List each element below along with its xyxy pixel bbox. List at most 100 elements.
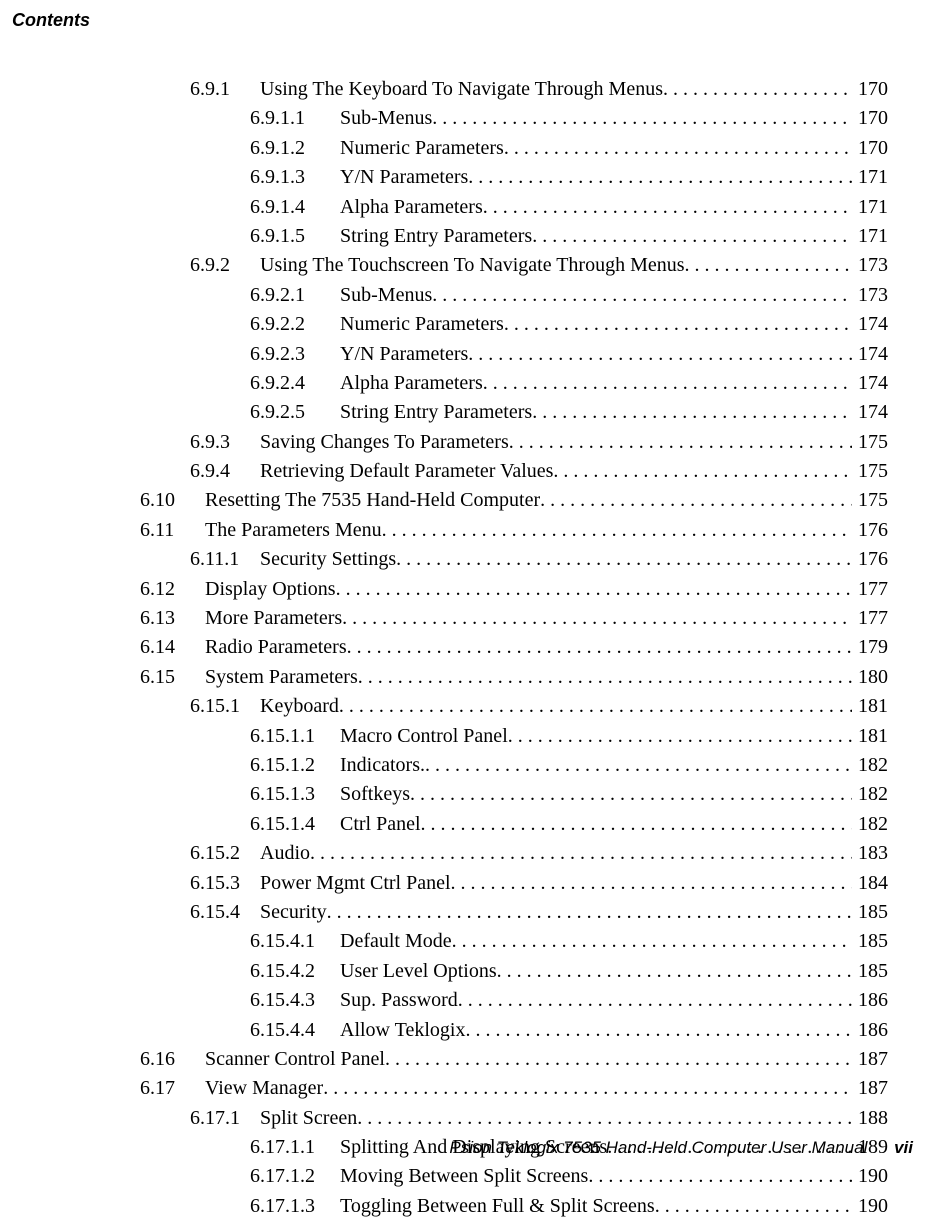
toc-entry-title: Retrieving Default Parameter Values [260, 457, 553, 486]
toc-entry-title: Sub-Menus [340, 104, 432, 133]
toc-entry-page: 190 [852, 1192, 888, 1221]
toc-entry-number: 6.9.3 [190, 428, 260, 457]
toc-leader [396, 545, 852, 565]
toc-entry-page: 185 [852, 957, 888, 986]
toc-entry-title: Ctrl Panel [340, 810, 421, 839]
page: Contents 6.9.1Using The Keyboard To Navi… [0, 0, 948, 1176]
toc-entry: 6.17.1.2Moving Between Split Screens190 [60, 1162, 888, 1191]
toc-entry-number: 6.9.2.5 [250, 398, 340, 427]
toc-leader [504, 310, 852, 330]
toc-entry-title: Indicators. [340, 751, 425, 780]
toc-entry-number: 6.17.1.1 [250, 1133, 340, 1162]
toc-entry-page: 175 [852, 457, 888, 486]
toc-entry-number: 6.14 [140, 633, 205, 662]
toc-entry: 6.17.1.3Toggling Between Full & Split Sc… [60, 1192, 888, 1221]
toc-entry-number: 6.15 [140, 663, 205, 692]
toc-entry-title: Alpha Parameters [340, 369, 483, 398]
toc-entry-title: Using The Keyboard To Navigate Through M… [260, 75, 663, 104]
toc-leader [468, 163, 852, 183]
toc-entry-title: Sup. Password [340, 986, 458, 1015]
toc-entry: 6.15.1.2Indicators.182 [60, 751, 888, 780]
page-header: Contents [12, 10, 90, 31]
toc-entry-number: 6.11.1 [190, 545, 260, 574]
toc-entry-page: 180 [852, 663, 888, 692]
toc-leader [483, 193, 852, 213]
toc-entry-page: 173 [852, 251, 888, 280]
toc-entry-page: 173 [852, 281, 888, 310]
toc-entry-page: 186 [852, 1016, 888, 1045]
toc-entry-number: 6.9.1.4 [250, 193, 340, 222]
toc-entry-title: Resetting The 7535 Hand-Held Computer [205, 486, 540, 515]
toc-entry-title: View Manager [205, 1074, 323, 1103]
toc-entry: 6.16Scanner Control Panel187 [60, 1045, 888, 1074]
toc-leader [553, 457, 852, 477]
toc-leader [663, 75, 852, 95]
toc-entry: 6.10Resetting The 7535 Hand-Held Compute… [60, 486, 888, 515]
toc-leader [588, 1162, 852, 1182]
toc-entry-number: 6.15.1.1 [250, 722, 340, 751]
toc-leader [540, 486, 852, 506]
toc-entry-title: Split Screen [260, 1104, 357, 1133]
toc-entry: 6.9.2.5String Entry Parameters174 [60, 398, 888, 427]
toc-entry-title: String Entry Parameters [340, 398, 532, 427]
toc-entry-page: 188 [852, 1104, 888, 1133]
toc-entry-number: 6.9.1.2 [250, 134, 340, 163]
toc-entry-page: 183 [852, 839, 888, 868]
toc-entry-number: 6.9.2 [190, 251, 260, 280]
toc-entry-page: 179 [852, 633, 888, 662]
toc-leader [358, 663, 852, 683]
toc-leader [532, 222, 852, 242]
toc-entry: 6.17View Manager187 [60, 1074, 888, 1103]
toc-entry-page: 170 [852, 134, 888, 163]
toc-entry: 6.15.4.4Allow Teklogix186 [60, 1016, 888, 1045]
toc-entry-number: 6.17.1.2 [250, 1162, 340, 1191]
toc-entry-page: 187 [852, 1074, 888, 1103]
toc-entry-number: 6.15.1 [190, 692, 260, 721]
toc-entry: 6.11.1Security Settings176 [60, 545, 888, 574]
toc-entry: 6.15.1.4Ctrl Panel 182 [60, 810, 888, 839]
toc-entry-number: 6.13 [140, 604, 205, 633]
toc-entry-number: 6.15.1.2 [250, 751, 340, 780]
toc-leader [342, 604, 852, 624]
toc-leader [382, 516, 852, 536]
toc-entry-page: 174 [852, 310, 888, 339]
toc-entry-page: 174 [852, 369, 888, 398]
toc-entry: 6.9.2.3Y/N Parameters174 [60, 340, 888, 369]
page-number: vii [872, 1138, 913, 1157]
toc-entry: 6.9.2.4Alpha Parameters174 [60, 369, 888, 398]
toc-entry-page: 182 [852, 810, 888, 839]
toc-entry-number: 6.15.1.3 [250, 780, 340, 809]
toc-entry-page: 176 [852, 516, 888, 545]
toc-entry-title: The Parameters Menu [205, 516, 382, 545]
toc-entry-page: 186 [852, 986, 888, 1015]
toc-leader [432, 104, 852, 124]
toc-entry: 6.13More Parameters177 [60, 604, 888, 633]
toc-entry-number: 6.15.4.1 [250, 927, 340, 956]
toc-entry-number: 6.9.1.3 [250, 163, 340, 192]
toc-entry-number: 6.9.2.3 [250, 340, 340, 369]
toc-entry-title: Numeric Parameters [340, 134, 504, 163]
toc-entry-title: Radio Parameters [205, 633, 347, 662]
toc-entry-number: 6.15.4.3 [250, 986, 340, 1015]
toc-entry-title: Scanner Control Panel [205, 1045, 385, 1074]
toc-entry-number: 6.15.1.4 [250, 810, 340, 839]
toc-entry: 6.15.4.3Sup. Password 186 [60, 986, 888, 1015]
toc-entry: 6.14Radio Parameters 179 [60, 633, 888, 662]
toc-entry: 6.15.4.2User Level Options185 [60, 957, 888, 986]
toc-leader [508, 722, 852, 742]
manual-title: Psion Teklogix 7535 Hand-Held Computer U… [449, 1138, 867, 1157]
toc-entry-title: Saving Changes To Parameters [260, 428, 509, 457]
toc-entry: 6.15.4.1Default Mode185 [60, 927, 888, 956]
toc-leader [465, 1016, 852, 1036]
toc-entry: 6.9.1.2Numeric Parameters 170 [60, 134, 888, 163]
toc-entry-number: 6.9.1 [190, 75, 260, 104]
toc-leader [410, 780, 852, 800]
toc-leader [425, 751, 852, 771]
toc-entry-title: Y/N Parameters [340, 163, 468, 192]
toc-leader [483, 369, 852, 389]
table-of-contents: 6.9.1Using The Keyboard To Navigate Thro… [60, 75, 888, 1221]
toc-entry-title: Security [260, 898, 327, 927]
toc-entry-title: Macro Control Panel [340, 722, 508, 751]
toc-entry: 6.15.1Keyboard181 [60, 692, 888, 721]
toc-entry: 6.15.1.1Macro Control Panel181 [60, 722, 888, 751]
